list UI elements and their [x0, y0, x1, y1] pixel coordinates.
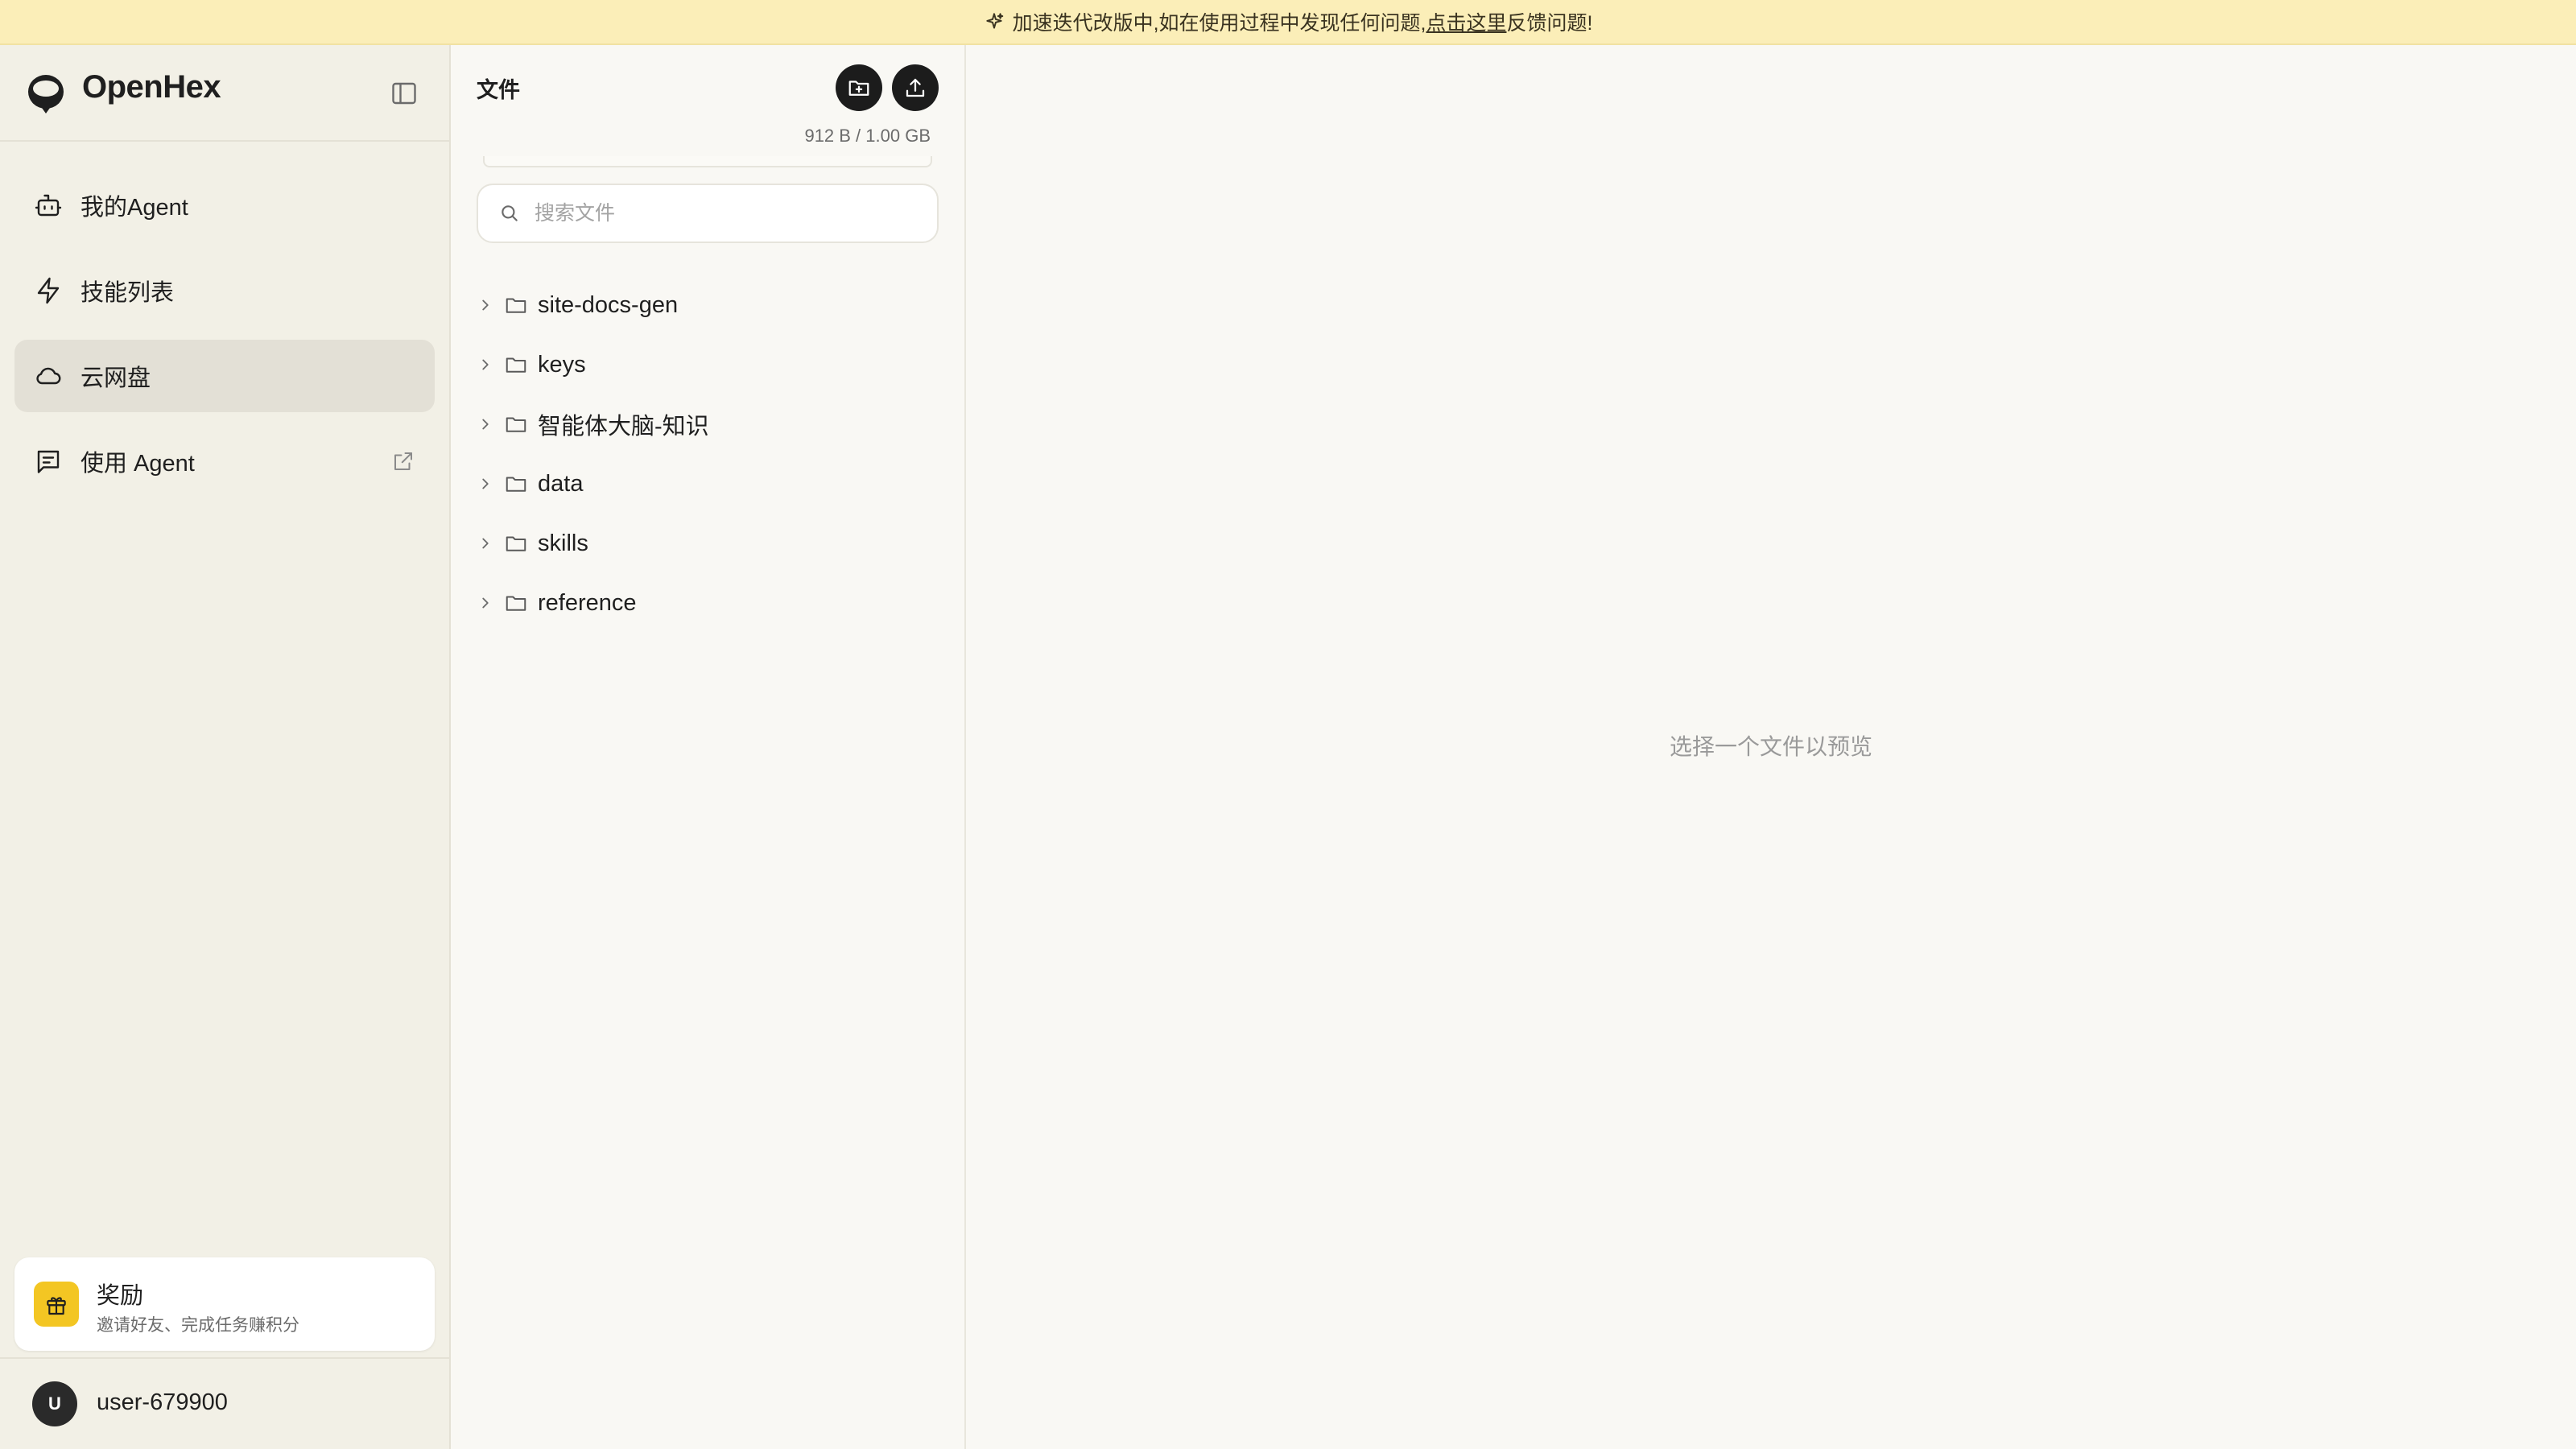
folder-name: skills: [538, 530, 588, 556]
openhex-logo-icon: [28, 75, 64, 114]
folder-row[interactable]: keys: [477, 335, 939, 394]
sidebar-item-label: 技能列表: [80, 280, 175, 306]
folder-plus-icon: [848, 80, 869, 96]
folder-row[interactable]: 智能体大脑-知识: [477, 394, 939, 454]
feedback-link[interactable]: 点击这里: [1426, 7, 1506, 36]
folder-name: reference: [538, 589, 637, 616]
sidebar-nav: 我的Agent 技能列表 云网盘 使用 Agent: [14, 169, 435, 510]
gift-icon: [34, 1282, 79, 1327]
chevron-right-icon[interactable]: [477, 475, 494, 493]
chevron-right-icon[interactable]: [477, 535, 494, 552]
new-folder-button[interactable]: [836, 64, 882, 111]
sidebar-item-cloud-drive[interactable]: 云网盘: [14, 340, 435, 412]
folder-row[interactable]: skills: [477, 514, 939, 573]
reward-card[interactable]: 奖励 邀请好友、完成任务赚积分: [14, 1257, 435, 1351]
file-search: [477, 184, 939, 243]
sidebar-item-skills[interactable]: 技能列表: [14, 254, 435, 327]
folder-row[interactable]: site-docs-gen: [477, 275, 939, 335]
banner-text: 加速迭代改版中,如在使用过程中发现任何问题,: [1012, 12, 1426, 35]
folder-name: data: [538, 470, 584, 497]
sparkle-icon: [985, 13, 1003, 29]
sidebar-item-use-agent[interactable]: 使用 Agent: [14, 425, 435, 497]
file-panel: 文件 912 B / 1.00 GB site-docs-gen keys: [451, 45, 966, 1449]
user-profile[interactable]: U user-679900: [0, 1357, 449, 1449]
sidebar: OpenHex 我的Agent 技能列表 云网盘 使用 Agent 奖励 邀请好…: [0, 45, 451, 1449]
folder-icon: [506, 357, 526, 373]
folder-icon: [506, 298, 526, 313]
announcement-banner: 加速迭代改版中,如在使用过程中发现任何问题, 点击这里 反馈问题!: [0, 0, 2576, 45]
banner-text-suffix: 反馈问题!: [1506, 12, 1593, 35]
sidebar-item-label: 使用 Agent: [80, 451, 195, 477]
folder-icon: [506, 596, 526, 611]
search-input[interactable]: [533, 200, 919, 226]
app-name: OpenHex: [82, 69, 221, 105]
chevron-right-icon[interactable]: [477, 356, 494, 374]
file-preview-area: 选择一个文件以预览: [966, 45, 2576, 1449]
storage-usage-bar: [483, 156, 932, 167]
upload-button[interactable]: [892, 64, 939, 111]
sidebar-item-my-agent[interactable]: 我的Agent: [14, 169, 435, 242]
brand-header: OpenHex: [0, 45, 449, 142]
search-icon: [502, 205, 518, 221]
cloud-icon: [36, 367, 61, 385]
folder-icon: [506, 536, 526, 551]
avatar: U: [32, 1381, 77, 1426]
robot-icon: [35, 194, 62, 217]
lightning-icon: [37, 277, 60, 304]
folder-icon: [506, 477, 526, 492]
folder-row[interactable]: data: [477, 454, 939, 514]
chevron-right-icon[interactable]: [477, 594, 494, 612]
file-tree: site-docs-gen keys 智能体大脑-知识 data skills …: [477, 275, 939, 633]
sidebar-toggle-icon[interactable]: [390, 79, 419, 108]
folder-name: 智能体大脑-知识: [538, 414, 709, 440]
reward-subtitle: 邀请好友、完成任务赚积分: [97, 1316, 299, 1335]
folder-icon: [506, 417, 526, 432]
folder-name: keys: [538, 351, 586, 378]
username: user-679900: [97, 1389, 228, 1415]
file-panel-title: 文件: [477, 78, 520, 102]
folder-name: site-docs-gen: [538, 291, 679, 318]
sidebar-item-label: 我的Agent: [80, 195, 188, 221]
upload-icon: [906, 78, 925, 97]
folder-row[interactable]: reference: [477, 573, 939, 633]
chat-icon: [37, 450, 60, 473]
chevron-right-icon[interactable]: [477, 296, 494, 314]
sidebar-item-label: 云网盘: [80, 365, 151, 391]
storage-usage: 912 B / 1.00 GB: [804, 126, 931, 146]
preview-empty-text: 选择一个文件以预览: [1669, 734, 1872, 759]
chevron-right-icon[interactable]: [477, 415, 494, 433]
external-link-icon: [394, 452, 412, 470]
reward-title: 奖励: [97, 1283, 144, 1309]
